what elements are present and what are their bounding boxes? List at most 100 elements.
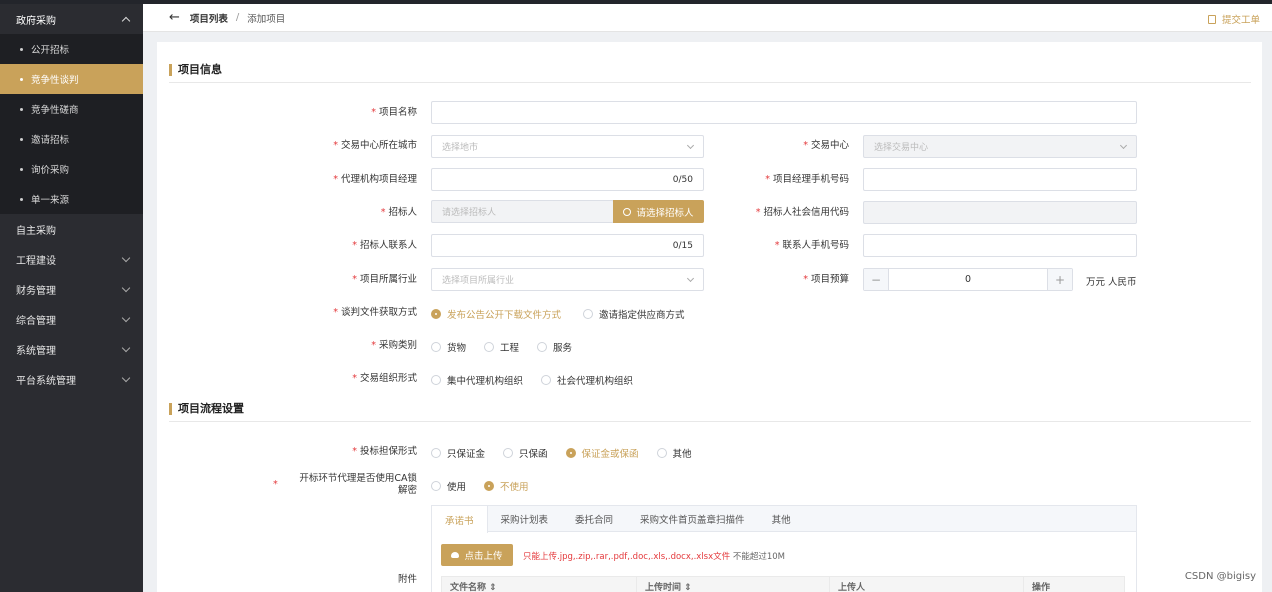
header-bar: ← 项目列表 / 添加项目 提交工单: [143, 4, 1272, 32]
project-name-input[interactable]: [431, 101, 1137, 124]
sidebar-item-inquiry[interactable]: 询价采购: [0, 154, 143, 184]
select-tenderer-button[interactable]: 请选择招标人: [613, 200, 704, 223]
watermark: CSDN @bigisy: [1184, 571, 1256, 582]
radio-circle: [431, 448, 441, 458]
sidebar-group-finance[interactable]: 财务管理: [0, 274, 143, 304]
radio-invite-suppliers[interactable]: 邀请指定供应商方式: [583, 307, 685, 321]
radio-circle: [484, 481, 495, 491]
radio-circle: [583, 309, 594, 319]
radio-circle: [431, 342, 441, 352]
cloud-upload-icon: [451, 552, 460, 558]
submit-ticket-button[interactable]: 提交工单: [1207, 12, 1260, 26]
label-org-form: * 交易组织形式: [352, 373, 417, 384]
chevron-down-icon: [121, 373, 131, 382]
purchase-type-radio-group: 货物 工程 服务: [431, 340, 590, 354]
section-title-project-info: 项目信息: [169, 64, 222, 76]
sidebar-group-label: 自主采购: [16, 225, 56, 237]
radio-circle: [656, 448, 667, 458]
sidebar-item-public-tender[interactable]: 公开招标: [0, 34, 143, 64]
budget-stepper[interactable]: − 0 +: [863, 268, 1073, 291]
section-divider: [169, 421, 1251, 422]
bullet-icon: [20, 167, 23, 171]
bullet-icon: [20, 137, 23, 141]
radio-no-ca[interactable]: 不使用: [484, 479, 529, 493]
radio-engineering[interactable]: 工程: [484, 340, 519, 354]
chevron-down-icon: [121, 313, 131, 322]
contact-phone-input[interactable]: [863, 234, 1137, 257]
manager-phone-input[interactable]: [863, 168, 1137, 191]
sidebar-group-government-procurement[interactable]: 政府采购: [0, 4, 143, 34]
column-file-name[interactable]: 文件名称 ⇕: [442, 577, 637, 592]
column-uploader: 上传人: [830, 577, 1024, 592]
bullet-icon: [20, 77, 23, 81]
clipboard-icon: [1207, 14, 1216, 24]
sidebar-group-engineering[interactable]: 工程建设: [0, 244, 143, 274]
radio-other[interactable]: 其他: [656, 446, 692, 460]
radio-social-agency[interactable]: 社会代理机构组织: [541, 373, 633, 387]
minus-icon[interactable]: −: [864, 269, 889, 290]
city-select[interactable]: 选择地市: [431, 135, 704, 158]
sidebar-item-competitive-negotiation[interactable]: 竞争性谈判: [0, 64, 143, 94]
radio-letter-only[interactable]: 只保函: [503, 446, 548, 460]
radio-deposit-or-letter[interactable]: 保证金或保函: [565, 446, 639, 460]
label-contact-phone: * 联系人手机号码: [774, 240, 849, 251]
sidebar-item-competitive-consultation[interactable]: 竞争性磋商: [0, 94, 143, 124]
breadcrumb-separator: /: [235, 12, 240, 23]
tab-commitment[interactable]: 承诺书: [432, 506, 488, 533]
radio-circle: [503, 448, 514, 458]
chevron-down-icon: [686, 274, 695, 282]
label-tenderer-contact: * 招标人联系人: [352, 240, 417, 251]
radio-circle: [565, 448, 576, 458]
column-upload-time[interactable]: 上传时间 ⇕: [637, 577, 830, 592]
radio-central-agency[interactable]: 集中代理机构组织: [431, 373, 523, 387]
tab-scan[interactable]: 采购文件首页盖章扫描件: [627, 506, 759, 531]
section-divider: [169, 82, 1251, 83]
sidebar-group-label: 工程建设: [16, 255, 56, 267]
tab-other[interactable]: 其他: [759, 506, 805, 531]
sidebar-group-self-procurement[interactable]: 自主采购: [0, 214, 143, 244]
radio-services[interactable]: 服务: [537, 340, 572, 354]
tenderer-contact-input[interactable]: 0/15: [431, 234, 704, 257]
arrow-left-icon[interactable]: ←: [169, 10, 180, 25]
tenderer-input[interactable]: 请选择招标人: [431, 200, 614, 223]
sidebar-group-label: 系统管理: [16, 345, 56, 357]
sidebar-submenu: 公开招标 竞争性谈判 竞争性磋商 邀请招标 询价采购 单一来源: [0, 34, 143, 214]
sidebar-group-platform[interactable]: 平台系统管理: [0, 364, 143, 394]
budget-value[interactable]: 0: [889, 269, 1047, 290]
chevron-up-icon: [121, 16, 131, 25]
tabs-bar: 承诺书 采购计划表 委托合同 采购文件首页盖章扫描件 其他: [432, 506, 1136, 533]
label-center: * 交易中心: [803, 140, 849, 151]
sidebar-item-label: 单一来源: [31, 195, 70, 206]
section-title-process-settings: 项目流程设置: [169, 403, 244, 415]
radio-goods[interactable]: 货物: [431, 340, 466, 354]
sidebar: 政府采购 公开招标 竞争性谈判 竞争性磋商 邀请招标 询价采购 单一来源 自主采…: [0, 4, 143, 592]
chevron-down-icon: [1119, 141, 1128, 149]
industry-select[interactable]: 选择项目所属行业: [431, 268, 704, 291]
sidebar-group-general[interactable]: 综合管理: [0, 304, 143, 334]
radio-deposit-only[interactable]: 只保证金: [431, 446, 485, 460]
agent-manager-input[interactable]: 0/50: [431, 168, 704, 191]
breadcrumb-project-list[interactable]: 项目列表: [190, 11, 228, 25]
label-city: * 交易中心所在城市: [333, 140, 417, 151]
radio-use-ca[interactable]: 使用: [431, 479, 466, 493]
center-select[interactable]: 选择交易中心: [863, 135, 1137, 158]
breadcrumb-current: 添加项目: [247, 13, 286, 25]
plus-icon[interactable]: +: [1047, 269, 1072, 290]
chevron-down-icon: [121, 343, 131, 352]
radio-public-download[interactable]: 发布公告公开下载文件方式: [431, 307, 561, 321]
label-credit-code: * 招标人社会信用代码: [755, 207, 849, 218]
tab-contract[interactable]: 委托合同: [562, 506, 627, 531]
radio-circle: [541, 375, 552, 385]
sidebar-item-single-source[interactable]: 单一来源: [0, 184, 143, 214]
sidebar-item-invited-tender[interactable]: 邀请招标: [0, 124, 143, 154]
bullet-icon: [20, 197, 23, 201]
upload-button[interactable]: 点击上传: [441, 544, 513, 566]
sidebar-item-label: 竞争性谈判: [31, 75, 79, 86]
chevron-down-icon: [686, 141, 695, 149]
tab-plan[interactable]: 采购计划表: [488, 506, 563, 531]
sidebar-group-system[interactable]: 系统管理: [0, 334, 143, 364]
sidebar-group-label: 平台系统管理: [16, 375, 76, 387]
label-doc-method: * 谈判文件获取方式: [333, 307, 417, 318]
credit-code-input[interactable]: [863, 201, 1137, 224]
radio-circle: [537, 342, 548, 352]
